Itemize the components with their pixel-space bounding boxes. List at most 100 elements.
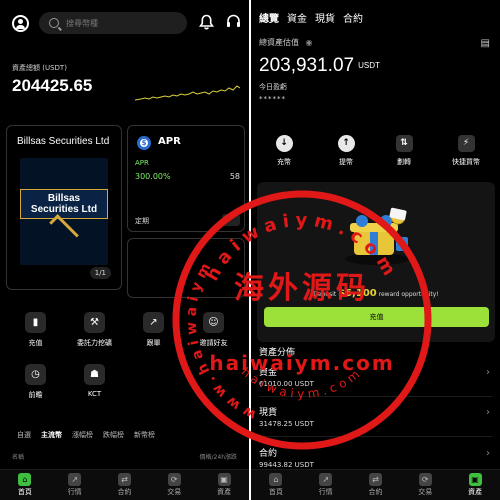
deposit-icon: ↓ <box>275 135 293 152</box>
quick-invite[interactable]: ☺ 邀請好友 <box>186 312 241 348</box>
tab-favorites[interactable]: 自選 <box>17 430 31 440</box>
tab-overview[interactable]: 總覽 <box>259 10 279 25</box>
wallet-icon: ▣ <box>217 473 231 486</box>
nav-trade[interactable]: ⟳ 交易 <box>405 473 445 497</box>
market-icon: ↗ <box>319 473 333 486</box>
search-icon <box>49 18 59 28</box>
withdraw-button[interactable]: ↑ 提幣 <box>321 135 371 167</box>
quick-kct[interactable]: ☗ KCT <box>67 364 122 398</box>
nav-assets[interactable]: ▣ 資產 <box>455 473 495 497</box>
nav-home[interactable]: ⌂ 首頁 <box>256 473 296 497</box>
nav-assets[interactable]: ▣ 資產 <box>204 473 244 497</box>
copy-trade-icon: ↗ <box>143 312 164 333</box>
bottom-nav: ⌂ 首頁 ↗ 行情 ⇄ 合約 ⟳ 交易 ▣ 資產 <box>0 469 249 500</box>
apr-sub-label: APR <box>135 159 149 167</box>
tab-new[interactable]: 新幣榜 <box>134 430 155 440</box>
total-valuation-label: 總資產估值 ◉ <box>259 38 313 47</box>
asset-distribution-title: 資產分佈 <box>259 348 296 358</box>
balance-sparkline <box>135 85 240 101</box>
bell-icon[interactable] <box>198 14 215 33</box>
broker-card[interactable]: Billsas Securities Ltd Billsas Securitie… <box>6 125 122 290</box>
total-valuation: 203,931.07 USDT <box>259 55 380 76</box>
column-price: 價格/24h漲跌 <box>199 454 237 461</box>
divider <box>259 396 492 397</box>
asset-row-spot[interactable]: 現貨 31478.25 USDT › <box>259 405 492 428</box>
balance-label: 資產總額 (USDT) <box>12 64 67 72</box>
broker-title: Billsas Securities Ltd <box>17 136 110 147</box>
apr-title: APR <box>158 136 181 147</box>
asset-tabs: 總覽 資金 現貨 合約 <box>259 10 363 25</box>
nav-market[interactable]: ↗ 行情 <box>55 473 95 497</box>
bottom-nav: ⌂ 首頁 ↗ 行情 ⇄ 合約 ⟳ 交易 ▣ 資產 <box>251 469 500 500</box>
today-pnl-label: 今日盈虧 <box>259 83 287 91</box>
quick-mining[interactable]: ⚒ 委託力挖礦 <box>67 312 122 348</box>
deposit-coin-button[interactable]: ↓ 充幣 <box>259 135 309 167</box>
top-bar <box>12 12 241 34</box>
nav-contract[interactable]: ⇄ 合約 <box>355 473 395 497</box>
market-tabs: 自選 主流幣 漲幅榜 跌幅榜 新幣榜 <box>17 430 155 440</box>
promo-text: Deposit $6,100 reward opportunity! <box>313 288 439 299</box>
deposit-promo-card: Deposit $6,100 reward opportunity! 充值 <box>257 182 495 342</box>
quick-forecast[interactable]: ◷ 前瞻 <box>8 364 63 400</box>
asset-row-funds[interactable]: 資金 61010.00 USDT › <box>259 365 492 388</box>
column-name: 名稱 <box>12 454 25 461</box>
home-icon: ⌂ <box>18 473 32 486</box>
broker-logo: Billsas Securities Ltd <box>20 158 108 265</box>
today-pnl-value: ****** <box>259 95 286 103</box>
dollar-coin-icon: $ <box>137 136 151 150</box>
trade-icon: ⟳ <box>418 473 432 486</box>
page-indicator: 1/1 <box>89 267 111 279</box>
divider <box>259 436 492 437</box>
tab-funds[interactable]: 資金 <box>287 10 307 25</box>
quick-buy-button[interactable]: ⚡ 快捷買幣 <box>441 135 491 167</box>
contract-icon: ⇄ <box>117 473 131 486</box>
extra-card[interactable] <box>127 238 245 298</box>
search-input[interactable] <box>66 18 166 28</box>
chevron-right-icon: › <box>486 448 490 459</box>
market-icon: ↗ <box>68 473 82 486</box>
transfer-button[interactable]: ⇅ 劃轉 <box>379 135 429 167</box>
search-bar[interactable] <box>39 12 187 34</box>
apr-rate: 300.00% <box>135 172 171 181</box>
document-icon[interactable]: ▤ <box>481 38 490 49</box>
pickaxe-icon: ⚒ <box>84 312 105 333</box>
assets-screen: 總覽 資金 現貨 合約 總資產估值 ◉ ▤ 203,931.07 USDT 今日盈… <box>251 0 500 500</box>
nav-market[interactable]: ↗ 行情 <box>306 473 346 497</box>
tab-mainstream[interactable]: 主流幣 <box>41 430 62 440</box>
tab-spot[interactable]: 現貨 <box>315 10 335 25</box>
eye-icon[interactable]: ◉ <box>306 38 313 47</box>
forecast-icon: ◷ <box>25 364 46 385</box>
nav-contract[interactable]: ⇄ 合約 <box>104 473 144 497</box>
home-icon: ⌂ <box>269 473 283 486</box>
robot-icon: ☗ <box>84 364 105 385</box>
chevron-right-icon: › <box>486 367 490 378</box>
apr-card[interactable]: $ APR APR 300.00% 58 定期 <box>127 125 245 232</box>
chevron-right-icon: › <box>486 407 490 418</box>
quick-copy-trade[interactable]: ↗ 跟單 <box>126 312 181 348</box>
tab-futures[interactable]: 合約 <box>343 10 363 25</box>
invite-icon: ☺ <box>203 312 224 333</box>
wallet-icon: ▣ <box>468 473 482 486</box>
tab-losers[interactable]: 跌幅榜 <box>103 430 124 440</box>
nav-trade[interactable]: ⟳ 交易 <box>154 473 194 497</box>
market-header: 名稱 價格/24h漲跌 <box>12 452 237 461</box>
quick-buy-icon: ⚡ <box>457 135 475 152</box>
deposit-icon: ▮ <box>25 312 46 333</box>
deposit-button[interactable]: 充值 <box>264 307 489 327</box>
quick-deposit[interactable]: ▮ 充值 <box>8 312 63 348</box>
withdraw-icon: ↑ <box>337 135 355 152</box>
headset-icon[interactable] <box>226 14 241 33</box>
trade-icon: ⟳ <box>167 473 181 486</box>
home-screen: 資產總額 (USDT) 204425.65 Billsas Securities… <box>0 0 249 500</box>
asset-row-futures[interactable]: 合約 99443.82 USDT › <box>259 446 492 469</box>
contract-icon: ⇄ <box>368 473 382 486</box>
apr-action-button[interactable] <box>222 214 240 226</box>
avatar-icon[interactable] <box>12 14 29 32</box>
tab-gainers[interactable]: 漲幅榜 <box>72 430 93 440</box>
nav-home[interactable]: ⌂ 首頁 <box>5 473 45 497</box>
apr-term-label: 定期 <box>135 217 149 225</box>
broker-logo-text: Billsas Securities Ltd <box>20 188 108 219</box>
apr-right-value: 58 <box>229 172 240 181</box>
transfer-icon: ⇅ <box>395 135 413 152</box>
gift-box-illustration <box>345 207 409 265</box>
